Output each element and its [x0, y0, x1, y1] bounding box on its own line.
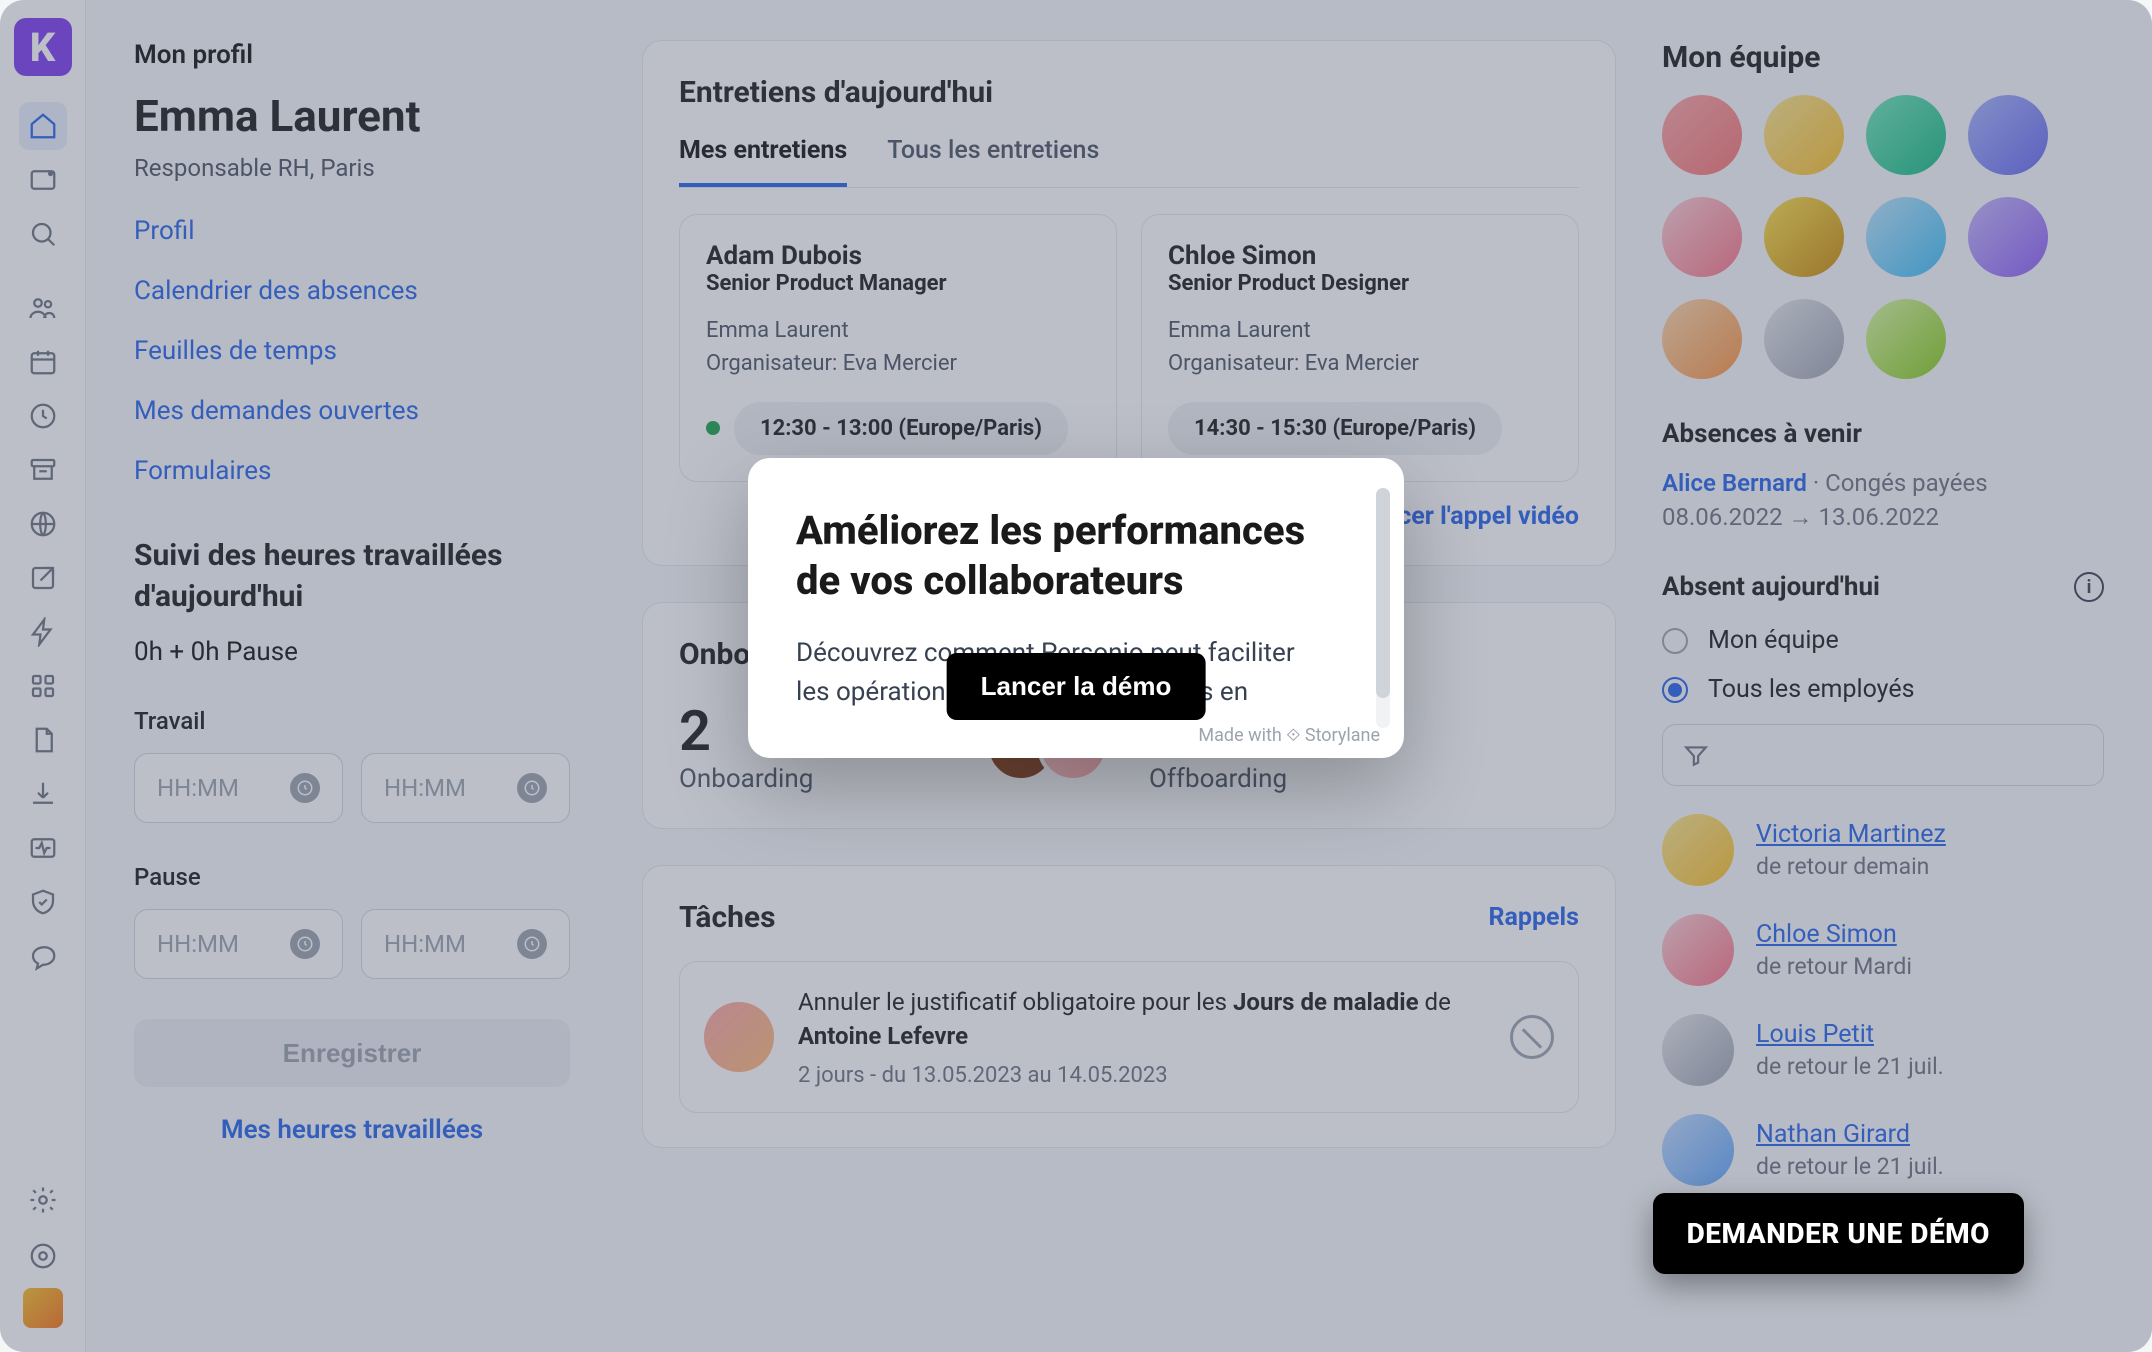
made-with-label: Made with ⟐ Storylane: [1198, 725, 1380, 746]
launch-demo-button[interactable]: Lancer la démo: [947, 653, 1206, 720]
request-demo-button[interactable]: DEMANDER UNE DÉMO: [1653, 1193, 2024, 1274]
modal-scrollbar[interactable]: [1376, 488, 1390, 728]
modal-title: Améliorez les performances de vos collab…: [796, 506, 1356, 606]
demo-modal: Améliorez les performances de vos collab…: [748, 458, 1404, 758]
